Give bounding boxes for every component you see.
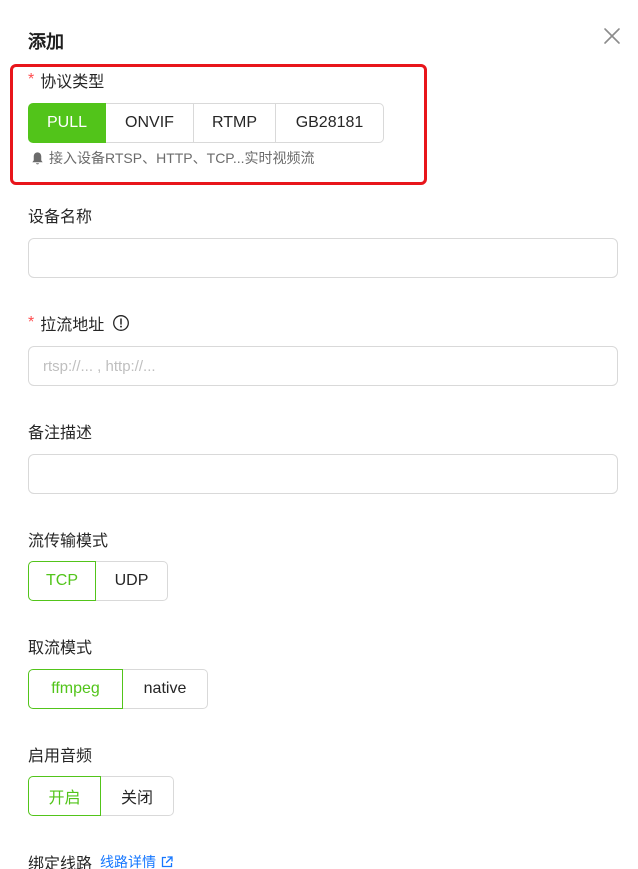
fetch-mode-option-ffmpeg[interactable]: ffmpeg — [28, 669, 123, 709]
protocol-option-rtmp[interactable]: RTMP — [194, 103, 276, 143]
audio-label: 启用音频 — [28, 748, 93, 765]
required-mark: * — [28, 314, 35, 331]
route-row: 绑定线路 线路详情 — [28, 850, 174, 869]
transport-option-udp[interactable]: UDP — [96, 561, 168, 601]
transport-segmented: TCP UDP — [28, 561, 168, 601]
protocol-label: * 协议类型 — [28, 69, 104, 91]
protocol-label-text: 协议类型 — [40, 74, 105, 91]
dialog-title: 添加 — [28, 32, 64, 52]
required-mark: * — [28, 71, 35, 88]
protocol-option-onvif[interactable]: ONVIF — [106, 103, 194, 143]
protocol-hint-text: 接入设备RTSP、HTTP、TCP...实时视频流 — [49, 150, 315, 166]
device-name-label: 设备名称 — [28, 209, 93, 226]
close-icon[interactable] — [600, 24, 624, 48]
remark-label: 备注描述 — [28, 425, 93, 442]
fetch-mode-segmented: ffmpeg native — [28, 669, 208, 709]
external-link-icon — [160, 855, 174, 869]
pull-url-label: * 拉流地址 — [28, 312, 130, 334]
device-name-input[interactable] — [28, 238, 618, 278]
protocol-segmented: PULL ONVIF RTMP GB28181 — [28, 103, 384, 143]
fetch-mode-option-native[interactable]: native — [123, 669, 208, 709]
protocol-hint: 接入设备RTSP、HTTP、TCP...实时视频流 — [30, 148, 315, 168]
audio-option-on[interactable]: 开启 — [28, 776, 101, 816]
protocol-option-pull[interactable]: PULL — [28, 103, 106, 143]
pull-url-label-text: 拉流地址 — [40, 317, 105, 334]
remark-input[interactable] — [28, 454, 618, 494]
audio-option-off[interactable]: 关闭 — [101, 776, 174, 816]
protocol-option-gb28181[interactable]: GB28181 — [276, 103, 384, 143]
route-label: 绑定线路 — [28, 856, 93, 869]
transport-option-tcp[interactable]: TCP — [28, 561, 96, 601]
pull-url-input[interactable] — [28, 346, 618, 386]
transport-label: 流传输模式 — [28, 533, 109, 550]
bell-icon — [30, 151, 45, 166]
route-details-link[interactable]: 线路详情 — [100, 852, 174, 869]
fetch-mode-label: 取流模式 — [28, 640, 93, 657]
audio-segmented: 开启 关闭 — [28, 776, 174, 816]
route-details-link-text: 线路详情 — [100, 854, 157, 869]
info-circle-icon[interactable] — [112, 314, 130, 332]
